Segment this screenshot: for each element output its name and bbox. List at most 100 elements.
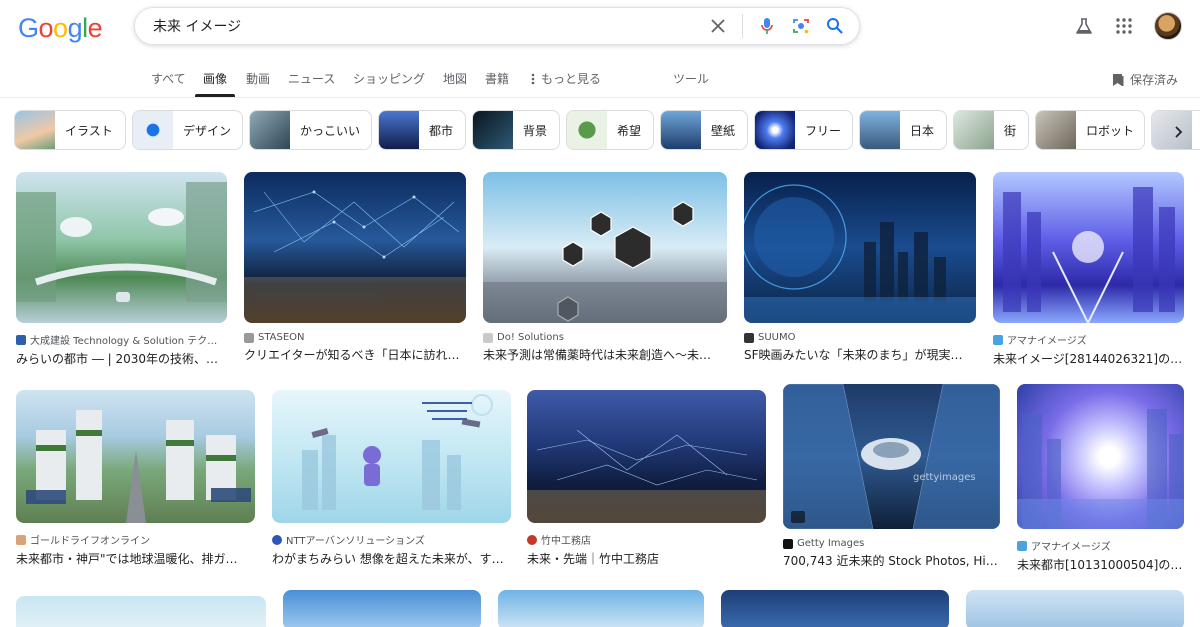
tab-images[interactable]: 画像 bbox=[203, 70, 227, 87]
result-title[interactable]: わがまちみらい 想像を超えた未来が、す… bbox=[272, 550, 511, 567]
result-image[interactable] bbox=[16, 596, 266, 627]
tab-more[interactable]: もっと見る bbox=[531, 70, 601, 87]
result-image[interactable] bbox=[283, 590, 481, 627]
source-name: アマナイメージズ bbox=[1031, 542, 1111, 553]
chip-town[interactable]: 街 bbox=[953, 110, 1029, 150]
tab-all[interactable]: すべて bbox=[151, 70, 186, 87]
result-source[interactable]: Getty Images bbox=[783, 538, 1000, 549]
result-title[interactable]: みらいの都市 ― | 2030年の技術、… bbox=[16, 350, 227, 367]
result-source[interactable]: SUUMO bbox=[744, 332, 976, 343]
chip-hope[interactable]: 希望 bbox=[566, 110, 654, 150]
chip-design[interactable]: デザイン bbox=[132, 110, 243, 150]
chevron-right-icon[interactable] bbox=[1170, 124, 1186, 140]
search-icon[interactable] bbox=[825, 16, 845, 36]
result-image[interactable] bbox=[498, 590, 704, 627]
header-actions bbox=[1074, 12, 1182, 40]
result-source[interactable]: Do! Solutions bbox=[483, 332, 727, 343]
chip-kakkoii[interactable]: かっこいい bbox=[249, 110, 372, 150]
google-logo[interactable]: Google bbox=[18, 12, 103, 44]
chip-robot[interactable]: ロボット bbox=[1035, 110, 1145, 150]
result-source[interactable]: 竹中工務店 bbox=[527, 532, 766, 547]
chip-city[interactable]: 都市 bbox=[378, 110, 466, 150]
chip-label: 日本 bbox=[910, 123, 935, 138]
chip-background[interactable]: 背景 bbox=[472, 110, 560, 150]
tab-shopping[interactable]: ショッピング bbox=[353, 70, 425, 87]
image-result[interactable]: NTTアーバンソリューションズ わがまちみらい 想像を超えた未来が、す… bbox=[272, 390, 511, 567]
result-title[interactable]: 未来イメージ[28144026321]の… bbox=[993, 350, 1184, 367]
chip-thumbnail bbox=[567, 111, 607, 149]
result-title[interactable]: 未来予測は常備薬時代は未来創造へ〜未… bbox=[483, 346, 727, 363]
logo-letter: e bbox=[87, 12, 103, 43]
result-image[interactable]: gettyimages bbox=[783, 384, 1000, 529]
microphone-icon[interactable] bbox=[757, 16, 777, 36]
more-vert-icon bbox=[531, 73, 535, 84]
result-source[interactable]: NTTアーバンソリューションズ bbox=[272, 532, 511, 547]
clear-icon[interactable] bbox=[708, 16, 728, 36]
result-image[interactable] bbox=[16, 172, 227, 323]
chip-illust[interactable]: イラスト bbox=[14, 110, 126, 150]
tab-more-label: もっと見る bbox=[541, 72, 602, 86]
search-box-icons bbox=[708, 8, 845, 44]
result-image[interactable] bbox=[744, 172, 976, 323]
result-title[interactable]: SF映画みたいな「未来のまち」が現実… bbox=[744, 346, 976, 363]
result-source[interactable]: アマナイメージズ bbox=[1017, 538, 1184, 553]
image-result[interactable] bbox=[721, 590, 949, 627]
lens-camera-icon[interactable] bbox=[791, 16, 811, 36]
source-name: アマナイメージズ bbox=[1007, 336, 1087, 347]
chip-thumbnail bbox=[133, 111, 173, 149]
saved-button[interactable]: 保存済み bbox=[1112, 71, 1178, 88]
site-favicon bbox=[16, 534, 26, 545]
result-image[interactable] bbox=[966, 590, 1184, 627]
search-divider bbox=[742, 14, 743, 38]
tab-news[interactable]: ニュース bbox=[288, 70, 335, 87]
result-image[interactable] bbox=[1017, 384, 1184, 529]
image-result[interactable]: Do! Solutions 未来予測は常備薬時代は未来創造へ〜未… bbox=[483, 172, 727, 363]
result-source[interactable]: STASEON bbox=[244, 332, 466, 343]
apps-grid-icon[interactable] bbox=[1114, 16, 1134, 36]
labs-flask-icon[interactable] bbox=[1074, 16, 1094, 36]
image-result[interactable] bbox=[966, 590, 1184, 627]
chip-label: 街 bbox=[1004, 123, 1017, 138]
source-name: 竹中工務店 bbox=[541, 536, 591, 547]
result-source[interactable]: ゴールドライフオンライン bbox=[16, 532, 255, 547]
tab-maps[interactable]: 地図 bbox=[443, 70, 467, 87]
tab-books[interactable]: 書籍 bbox=[485, 70, 509, 87]
search-input[interactable] bbox=[153, 18, 713, 34]
result-title[interactable]: クリエイターが知るべき「日本に訪れ… bbox=[244, 346, 466, 363]
image-result[interactable] bbox=[16, 596, 266, 627]
image-result[interactable]: ゴールドライフオンライン 未来都市・神戸"では地球温暖化、排ガ… bbox=[16, 390, 255, 567]
account-avatar[interactable] bbox=[1154, 12, 1182, 40]
result-source[interactable]: アマナイメージズ bbox=[993, 332, 1184, 347]
tab-videos[interactable]: 動画 bbox=[246, 70, 270, 87]
result-image[interactable] bbox=[244, 172, 466, 323]
chip-wallpaper[interactable]: 壁紙 bbox=[660, 110, 748, 150]
image-result[interactable] bbox=[498, 590, 704, 627]
image-result[interactable]: アマナイメージズ 未来都市[10131000504]の… bbox=[1017, 384, 1184, 573]
image-result[interactable]: 大成建設 Technology & Solution テク… みらいの都市 ― … bbox=[16, 172, 227, 367]
result-image[interactable] bbox=[527, 390, 766, 523]
result-title[interactable]: 未来都市・神戸"では地球温暖化、排ガ… bbox=[16, 550, 255, 567]
image-result[interactable]: STASEON クリエイターが知るべき「日本に訪れ… bbox=[244, 172, 466, 363]
result-source[interactable]: 大成建設 Technology & Solution テク… bbox=[16, 332, 227, 347]
image-badge-icon bbox=[791, 511, 805, 523]
result-image[interactable] bbox=[993, 172, 1184, 323]
source-name: SUUMO bbox=[758, 332, 796, 343]
image-result[interactable] bbox=[283, 590, 481, 627]
result-image[interactable] bbox=[16, 390, 255, 523]
result-image[interactable] bbox=[272, 390, 511, 523]
image-result[interactable]: 竹中工務店 未来・先端｜竹中工務店 bbox=[527, 390, 766, 567]
source-name: Do! Solutions bbox=[497, 332, 564, 343]
chip-japan[interactable]: 日本 bbox=[859, 110, 947, 150]
image-result[interactable]: SUUMO SF映画みたいな「未来のまち」が現実… bbox=[744, 172, 976, 363]
chip-free[interactable]: フリー bbox=[754, 110, 853, 150]
result-title[interactable]: 未来都市[10131000504]の… bbox=[1017, 556, 1184, 573]
source-name: STASEON bbox=[258, 332, 305, 343]
result-image[interactable] bbox=[721, 590, 949, 627]
result-title[interactable]: 700,743 近未来的 Stock Photos, Hig… bbox=[783, 552, 1000, 569]
image-result[interactable]: アマナイメージズ 未来イメージ[28144026321]の… bbox=[993, 172, 1184, 367]
site-favicon bbox=[744, 332, 754, 343]
result-title[interactable]: 未来・先端｜竹中工務店 bbox=[527, 550, 766, 567]
tools-button[interactable]: ツール bbox=[673, 70, 709, 87]
image-result[interactable]: gettyimages Getty Images 700,743 近未来的 St… bbox=[783, 384, 1000, 569]
result-image[interactable] bbox=[483, 172, 727, 323]
